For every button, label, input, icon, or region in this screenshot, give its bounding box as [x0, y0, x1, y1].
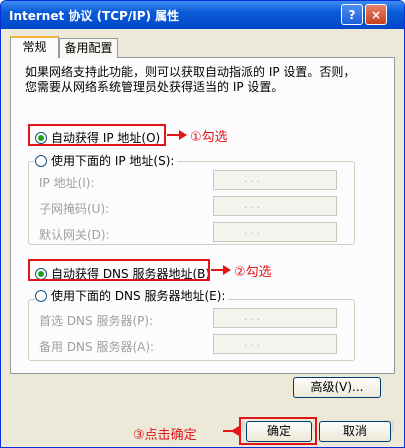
- help-button[interactable]: ?: [341, 4, 363, 25]
- radio-unchecked-icon: [35, 289, 47, 302]
- step2-annotation: ②勾选: [234, 265, 272, 280]
- step1-arrow-line: [167, 134, 179, 136]
- tab-alternate-configuration[interactable]: 备用配置: [59, 38, 118, 58]
- step1-highlight-box: [28, 124, 166, 146]
- ip-address-input[interactable]: . . .: [213, 170, 337, 190]
- advanced-button[interactable]: 高级(V)...: [293, 377, 381, 398]
- step3-highlight-box: [239, 417, 317, 445]
- step2-arrowhead-icon: [223, 265, 231, 275]
- close-button[interactable]: ×: [365, 4, 387, 25]
- alternate-dns-label: 备用 DNS 服务器(A):: [39, 340, 155, 354]
- radio-unchecked-icon: [35, 154, 47, 167]
- step3-annotation: ③点击确定: [133, 428, 197, 443]
- tab-general[interactable]: 常规: [10, 36, 59, 58]
- preferred-dns-input[interactable]: . . .: [213, 308, 337, 328]
- gateway-dots: . . .: [244, 226, 260, 237]
- manual-ip-radio[interactable]: 使用下面的 IP 地址(S):: [35, 152, 178, 169]
- description-line-2: 您需要从网络系统管理员处获得适当的 IP 设置。: [25, 80, 284, 94]
- cancel-button[interactable]: 取消: [319, 421, 391, 442]
- manual-dns-label: 使用下面的 DNS 服务器地址(E):: [51, 289, 226, 303]
- step2-arrow-line: [211, 269, 223, 271]
- window-title: Internet 协议 (TCP/IP) 属性: [9, 9, 180, 23]
- preferred-dns-dots: . . .: [244, 312, 260, 323]
- preferred-dns-label: 首选 DNS 服务器(P):: [39, 314, 154, 328]
- alternate-dns-dots: . . .: [244, 338, 260, 349]
- subnet-mask-input[interactable]: . . .: [213, 196, 337, 216]
- ip-dots: . . .: [244, 174, 260, 185]
- default-gateway-label: 默认网关(D):: [39, 228, 110, 242]
- manual-dns-radio[interactable]: 使用下面的 DNS 服务器地址(E):: [35, 287, 229, 304]
- tcpip-properties-dialog: Internet 协议 (TCP/IP) 属性 ? × 常规 备用配置 如果网络…: [0, 0, 405, 448]
- step1-arrowhead-icon: [179, 130, 187, 140]
- description-text: 如果网络支持此功能，则可以获取自动指派的 IP 设置。否则， 您需要从网络系统管…: [25, 65, 385, 95]
- subnet-dots: . . .: [244, 200, 260, 211]
- alternate-dns-input[interactable]: . . .: [213, 334, 337, 354]
- title-bar[interactable]: Internet 协议 (TCP/IP) 属性 ? ×: [1, 1, 404, 29]
- default-gateway-input[interactable]: . . .: [213, 222, 337, 242]
- subnet-mask-label: 子网掩码(U):: [39, 202, 110, 216]
- step3-arrow-line: [223, 430, 233, 432]
- manual-ip-label: 使用下面的 IP 地址(S):: [51, 154, 175, 168]
- description-line-1: 如果网络支持此功能，则可以获取自动指派的 IP 设置。否则，: [25, 65, 356, 79]
- step1-annotation: ①勾选: [190, 130, 228, 145]
- step2-highlight-box: [28, 259, 210, 281]
- ip-address-label: IP 地址(I):: [39, 176, 95, 190]
